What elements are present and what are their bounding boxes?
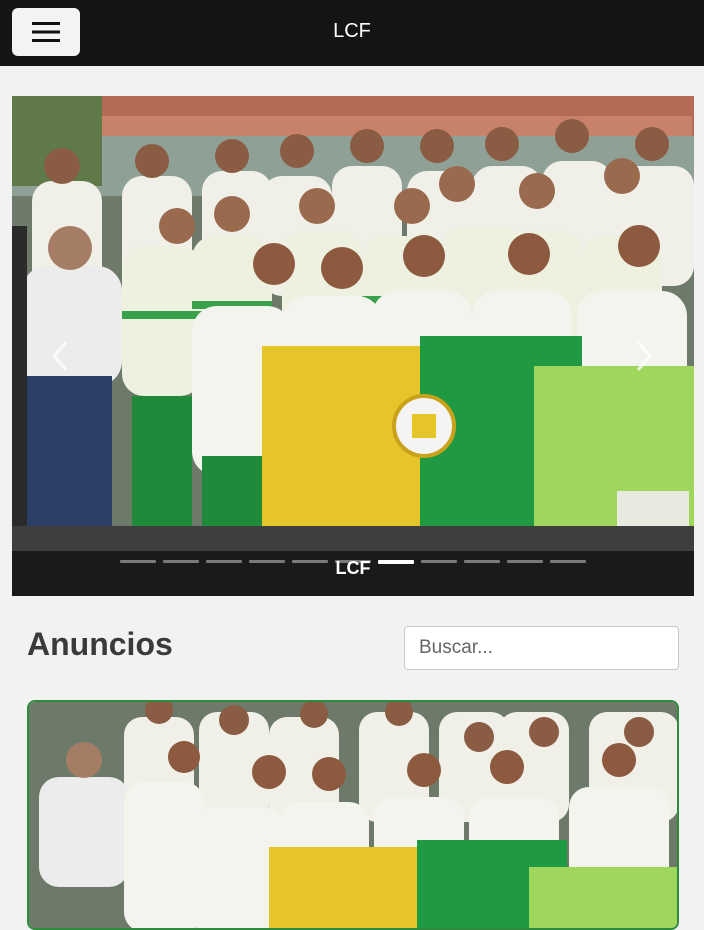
announcement-card[interactable] (27, 700, 679, 930)
brand-title[interactable]: LCF (0, 0, 704, 66)
image-carousel[interactable]: LCF (12, 96, 694, 596)
carousel-team-photo (12, 96, 694, 551)
carousel-caption: LCF (335, 558, 371, 578)
top-navbar: LCF (0, 0, 704, 66)
chevron-right-icon (636, 341, 652, 371)
carousel-next-button[interactable] (624, 336, 664, 376)
announcement-photo (29, 702, 677, 928)
announcements-title: Anuncios (27, 626, 173, 662)
carousel-prev-button[interactable] (40, 336, 80, 376)
chevron-left-icon (52, 341, 68, 371)
search-input[interactable] (404, 626, 679, 670)
